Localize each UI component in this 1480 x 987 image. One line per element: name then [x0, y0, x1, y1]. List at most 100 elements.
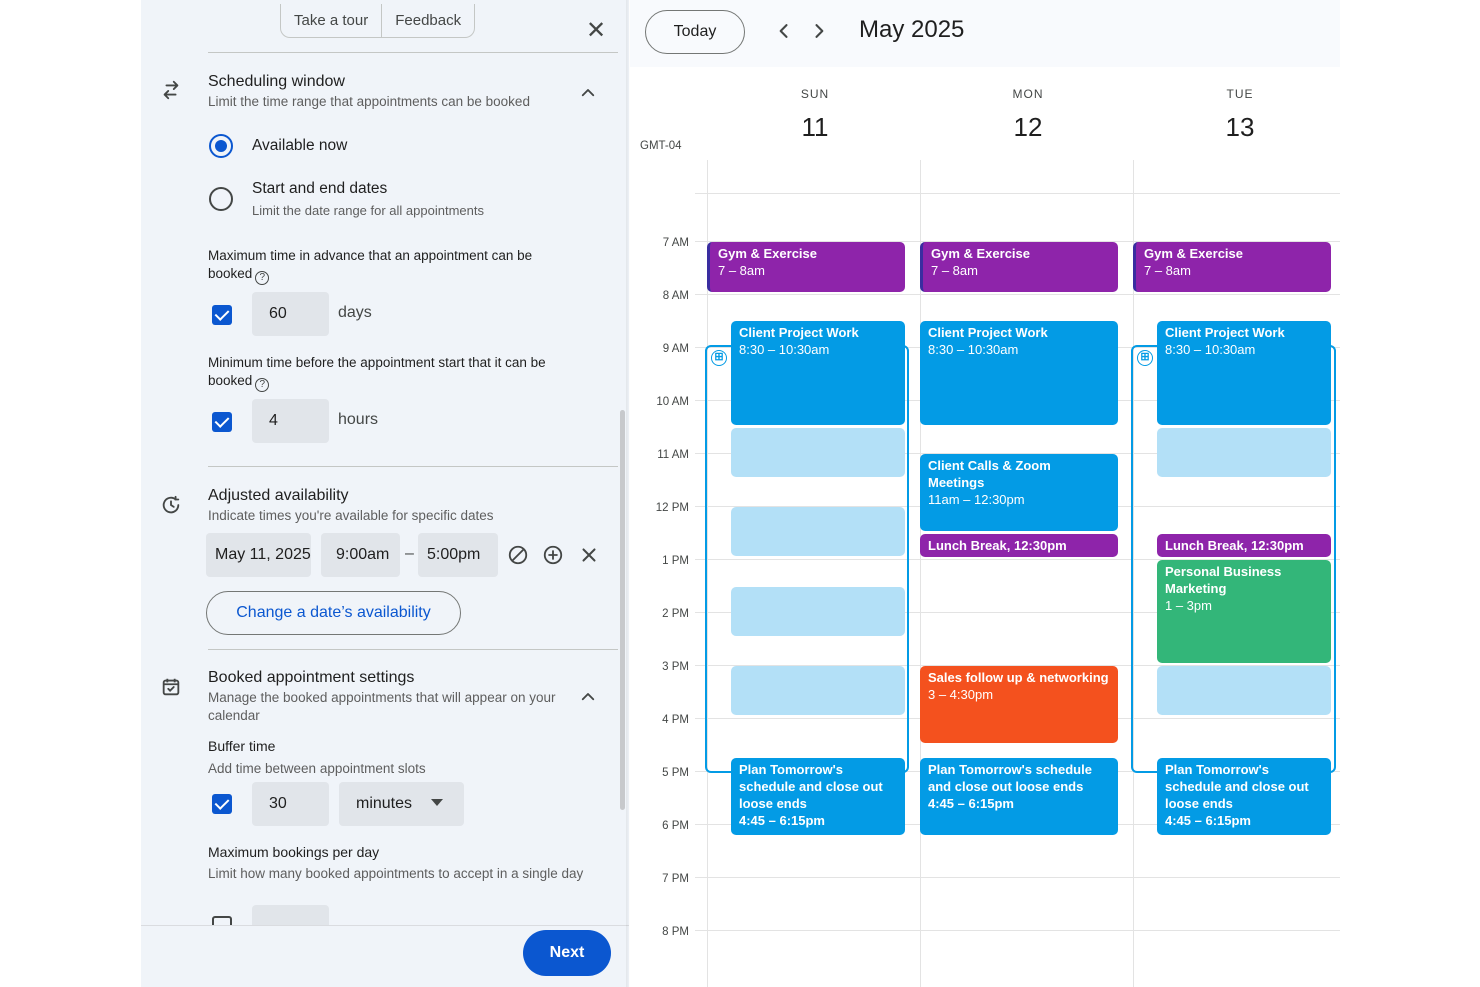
event-title: Lunch Break, 12:30pm	[1165, 538, 1304, 553]
appointment-slot[interactable]	[731, 428, 905, 477]
day-header-mon: MON	[1012, 87, 1044, 101]
event-title: Personal Business Marketing	[1165, 564, 1282, 596]
buffer-unit-select[interactable]: minutes	[339, 782, 464, 826]
event-sales-mon[interactable]: Sales follow up & networking 3 – 4:30pm	[920, 666, 1118, 743]
add-circle-icon[interactable]	[542, 544, 564, 566]
event-time: 1 – 3pm	[1165, 598, 1212, 613]
max-bookings-title: Maximum bookings per day	[208, 844, 380, 860]
appointment-slot[interactable]	[731, 587, 905, 636]
min-before-checkbox[interactable]	[212, 412, 232, 432]
appointment-slot[interactable]	[1157, 428, 1331, 477]
event-gym-mon[interactable]: Gym & Exercise 7 – 8am	[920, 242, 1118, 292]
time-separator: –	[405, 545, 414, 562]
radio-start-end-dates[interactable]	[209, 187, 233, 211]
availability-end-time[interactable]: 5:00pm	[418, 533, 498, 577]
availability-start-time[interactable]: 9:00am	[321, 533, 400, 577]
close-icon[interactable]: ✕	[585, 19, 607, 43]
panel-edge-shadow	[626, 0, 630, 987]
today-button[interactable]: Today	[645, 10, 745, 54]
day-header-sun: SUN	[800, 87, 830, 101]
day-number-tue[interactable]: 13	[1210, 112, 1270, 143]
event-title: Client Project Work	[1165, 325, 1285, 340]
event-time: 4:45 – 6:15pm	[739, 813, 825, 828]
event-client-project-sun[interactable]: Client Project Work 8:30 – 10:30am	[731, 321, 905, 425]
booked-settings-subtitle: Manage the booked appointments that will…	[208, 690, 556, 723]
divider	[208, 52, 618, 53]
time-label: 2 PM	[662, 608, 689, 620]
event-client-calls-mon[interactable]: Client Calls & Zoom Meetings 11am – 12:3…	[920, 454, 1118, 531]
chevron-up-icon[interactable]	[579, 84, 597, 102]
time-label: 5 PM	[662, 767, 689, 779]
chevron-left-icon[interactable]	[774, 21, 794, 41]
appointment-schedule-icon: ⊞	[1137, 350, 1153, 366]
take-a-tour-button[interactable]: Take a tour	[281, 4, 381, 37]
adjusted-availability-title: Adjusted availability	[208, 487, 349, 504]
event-title: Client Calls & Zoom Meetings	[928, 458, 1051, 490]
divider	[208, 649, 618, 650]
booked-settings-title: Booked appointment settings	[208, 669, 415, 686]
calendar-check-icon	[162, 678, 180, 696]
event-plan-tomorrow-mon[interactable]: Plan Tomorrow's schedule and close out l…	[920, 758, 1118, 835]
event-time: 8:30 – 10:30am	[1165, 342, 1256, 357]
min-before-label: Minimum time before the appointment star…	[208, 354, 578, 392]
min-before-input[interactable]: 4	[252, 399, 329, 443]
buffer-time-title: Buffer time	[208, 738, 276, 754]
available-now-label: Available now	[252, 137, 348, 154]
event-time: 8:30 – 10:30am	[739, 342, 830, 357]
appointment-slot[interactable]	[731, 666, 905, 715]
schedule-clock-icon	[162, 495, 180, 514]
event-gym-sun[interactable]: Gym & Exercise 7 – 8am	[707, 242, 905, 292]
event-gym-tue[interactable]: Gym & Exercise 7 – 8am	[1133, 242, 1331, 292]
help-icon[interactable]: ?	[255, 378, 270, 392]
event-time: 7 – 8am	[718, 263, 765, 278]
event-time: 4:45 – 6:15pm	[1165, 813, 1251, 828]
hour-line	[695, 930, 1340, 931]
time-label: 3 PM	[662, 661, 689, 673]
appointment-slot[interactable]	[1157, 666, 1331, 715]
dropdown-arrow-icon	[431, 799, 443, 806]
event-time: 3 – 4:30pm	[928, 687, 994, 702]
day-header-tue: TUE	[1226, 87, 1254, 101]
chevron-up-icon[interactable]	[579, 688, 597, 706]
event-personal-business-tue[interactable]: Personal Business Marketing 1 – 3pm	[1157, 560, 1331, 663]
next-button[interactable]: Next	[523, 930, 611, 976]
event-client-project-tue[interactable]: Client Project Work 8:30 – 10:30am	[1157, 321, 1331, 425]
event-lunch-tue[interactable]: Lunch Break, 12:30pm	[1157, 534, 1331, 557]
event-client-project-mon[interactable]: Client Project Work 8:30 – 10:30am	[920, 321, 1118, 425]
scheduling-window-title: Scheduling window	[208, 73, 345, 90]
appointment-slot[interactable]	[731, 507, 905, 556]
timezone-label: GMT-04	[640, 140, 682, 152]
buffer-time-input[interactable]: 30	[252, 782, 329, 826]
panel-scrollbar[interactable]	[620, 410, 625, 810]
day-number-sun[interactable]: 11	[785, 112, 845, 143]
change-date-availability-button[interactable]: Change a date’s availability	[206, 591, 461, 635]
event-time: 7 – 8am	[931, 263, 978, 278]
unavailable-icon[interactable]	[507, 544, 529, 566]
event-plan-tomorrow-tue[interactable]: Plan Tomorrow's schedule and close out l…	[1157, 758, 1331, 835]
hour-line	[695, 877, 1340, 878]
time-label: 6 PM	[662, 820, 689, 832]
availability-date-field[interactable]: May 11, 2025	[206, 533, 311, 577]
scheduling-window-subtitle: Limit the time range that appointments c…	[208, 94, 530, 109]
time-label: 7 AM	[662, 237, 689, 249]
top-button-group: Take a tour Feedback	[280, 4, 476, 38]
appointment-schedule-icon: ⊞	[711, 350, 727, 366]
time-label: 11 AM	[657, 449, 689, 461]
feedback-button[interactable]: Feedback	[381, 4, 474, 37]
max-advance-input[interactable]: 60	[252, 292, 329, 336]
booking-settings-panel: Take a tour Feedback ✕ Scheduling window…	[141, 0, 629, 987]
event-lunch-mon[interactable]: Lunch Break, 12:30pm	[920, 534, 1118, 557]
time-label: 8 PM	[662, 926, 689, 938]
max-advance-checkbox[interactable]	[212, 305, 232, 325]
buffer-time-checkbox[interactable]	[212, 794, 232, 814]
help-icon[interactable]: ?	[255, 271, 270, 285]
radio-available-now[interactable]	[209, 134, 233, 158]
remove-icon[interactable]	[578, 544, 600, 566]
day-number-mon[interactable]: 12	[998, 112, 1058, 143]
min-before-unit: hours	[338, 411, 379, 428]
chevron-right-icon[interactable]	[809, 21, 829, 41]
start-end-dates-label: Start and end dates	[252, 180, 388, 197]
time-label: 7 PM	[662, 873, 689, 885]
event-title: Plan Tomorrow's schedule and close out l…	[928, 762, 1092, 794]
event-plan-tomorrow-sun[interactable]: Plan Tomorrow's schedule and close out l…	[731, 758, 905, 835]
